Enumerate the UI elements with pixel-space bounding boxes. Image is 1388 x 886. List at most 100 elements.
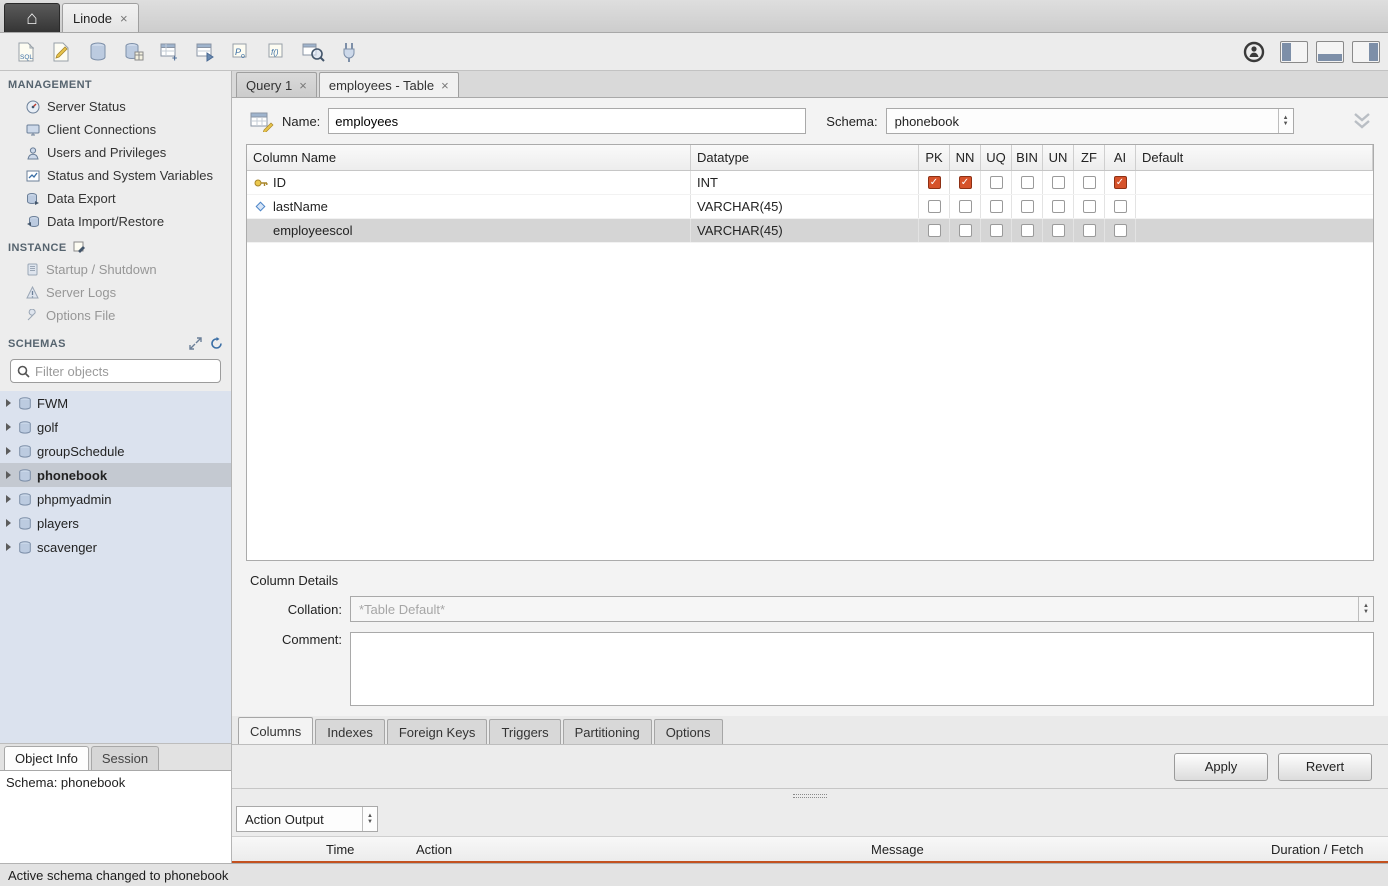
close-icon[interactable]: × [299, 78, 307, 93]
columns-grid: Column Name Datatype PK NN UQ BIN UN ZF … [246, 144, 1374, 561]
tab-session[interactable]: Session [91, 746, 159, 770]
tab-indexes[interactable]: Indexes [315, 719, 385, 744]
new-procedure-icon[interactable] [188, 37, 224, 67]
collation-select[interactable]: *Table Default* ▲▼ [350, 596, 1374, 622]
connection-status-icon[interactable] [1236, 37, 1272, 67]
close-icon[interactable]: × [120, 11, 128, 26]
uq-checkbox[interactable] [990, 176, 1003, 189]
toggle-right-sidebar-icon[interactable] [1352, 41, 1380, 63]
new-schema-icon[interactable] [80, 37, 116, 67]
ai-checkbox[interactable] [1114, 176, 1127, 189]
ai-checkbox[interactable] [1114, 224, 1127, 237]
toggle-left-sidebar-icon[interactable] [1280, 41, 1308, 63]
expand-schemas-icon[interactable] [189, 337, 202, 350]
nn-checkbox[interactable] [959, 224, 972, 237]
expander-icon[interactable] [6, 399, 11, 407]
stepper-icon[interactable]: ▲▼ [1358, 597, 1373, 621]
sidebar-item-users-privileges[interactable]: Users and Privileges [0, 141, 231, 164]
expander-icon[interactable] [6, 471, 11, 479]
connection-tab-linode[interactable]: Linode × [62, 3, 139, 32]
tab-triggers[interactable]: Triggers [489, 719, 560, 744]
nn-checkbox[interactable] [959, 200, 972, 213]
bin-checkbox[interactable] [1021, 224, 1034, 237]
main-toolbar: SQL + Po f() [0, 33, 1388, 71]
tab-partitioning[interactable]: Partitioning [563, 719, 652, 744]
ai-checkbox[interactable] [1114, 200, 1127, 213]
un-checkbox[interactable] [1052, 176, 1065, 189]
nn-checkbox[interactable] [959, 176, 972, 189]
pk-checkbox[interactable] [928, 224, 941, 237]
tab-query-1[interactable]: Query 1 × [236, 72, 317, 97]
sidebar-item-options-file[interactable]: Options File [0, 304, 231, 327]
stepper-icon[interactable]: ▲▼ [1278, 109, 1293, 133]
un-checkbox[interactable] [1052, 200, 1065, 213]
output-toolbar: Action Output ▲▼ [232, 802, 1388, 836]
output-col-action: Action [410, 842, 865, 857]
column-row-id[interactable]: ID INT [247, 171, 1373, 195]
tab-object-info[interactable]: Object Info [4, 746, 89, 770]
expander-icon[interactable] [6, 519, 11, 527]
open-sql-script-icon[interactable] [44, 37, 80, 67]
toggle-bottom-panel-icon[interactable] [1316, 41, 1344, 63]
new-function-icon[interactable]: Po [224, 37, 260, 67]
new-query-tab-icon[interactable]: SQL [8, 37, 44, 67]
schema-inspector-icon[interactable]: f() [260, 37, 296, 67]
zf-checkbox[interactable] [1083, 224, 1096, 237]
expander-icon[interactable] [6, 423, 11, 431]
sidebar-item-startup-shutdown[interactable]: Startup / Shutdown [0, 258, 231, 281]
sidebar-item-server-status[interactable]: Server Status [0, 95, 231, 118]
splitter-grip[interactable] [793, 794, 827, 798]
tab-foreign-keys[interactable]: Foreign Keys [387, 719, 488, 744]
sidebar-item-client-connections[interactable]: Client Connections [0, 118, 231, 141]
pk-checkbox[interactable] [928, 200, 941, 213]
expander-icon[interactable] [6, 543, 11, 551]
schema-item-groupschedule[interactable]: groupSchedule [0, 439, 231, 463]
schema-item-scavenger[interactable]: scavenger [0, 535, 231, 559]
status-variables-icon [26, 169, 40, 183]
expander-icon[interactable] [6, 447, 11, 455]
instance-options-icon[interactable] [73, 241, 86, 254]
refresh-schemas-icon[interactable] [210, 337, 223, 350]
apply-button[interactable]: Apply [1174, 753, 1268, 781]
tab-columns[interactable]: Columns [238, 717, 313, 744]
schema-item-phpmyadmin[interactable]: phpmyadmin [0, 487, 231, 511]
close-icon[interactable]: × [441, 78, 449, 93]
sidebar-item-data-export[interactable]: Data Export [0, 187, 231, 210]
sidebar-item-data-import[interactable]: Data Import/Restore [0, 210, 231, 233]
column-row-lastname[interactable]: lastName VARCHAR(45) [247, 195, 1373, 219]
uq-checkbox[interactable] [990, 200, 1003, 213]
col-header-pk: PK [919, 145, 950, 170]
stepper-icon[interactable]: ▲▼ [362, 807, 377, 831]
schema-item-players[interactable]: players [0, 511, 231, 535]
new-view-icon[interactable]: + [152, 37, 188, 67]
bin-checkbox[interactable] [1021, 176, 1034, 189]
pk-checkbox[interactable] [928, 176, 941, 189]
tab-options[interactable]: Options [654, 719, 723, 744]
column-row-employeescol[interactable]: employeescol VARCHAR(45) [247, 219, 1373, 243]
comment-textarea[interactable] [350, 632, 1374, 706]
table-data-search-icon[interactable] [296, 37, 332, 67]
schema-select[interactable]: phonebook ▲▼ [886, 108, 1294, 134]
un-checkbox[interactable] [1052, 224, 1065, 237]
revert-button[interactable]: Revert [1278, 753, 1372, 781]
schema-item-phonebook[interactable]: phonebook [0, 463, 231, 487]
schema-item-fwm[interactable]: FWM [0, 391, 231, 415]
schema-item-golf[interactable]: golf [0, 415, 231, 439]
table-name-input[interactable] [328, 108, 806, 134]
home-tab[interactable]: ⌂ [4, 3, 60, 32]
editor-section-tabs: Columns Indexes Foreign Keys Triggers Pa… [232, 716, 1388, 745]
output-splitter[interactable] [232, 789, 1388, 802]
collapse-editor-header-icon[interactable] [1350, 111, 1374, 131]
uq-checkbox[interactable] [990, 224, 1003, 237]
zf-checkbox[interactable] [1083, 176, 1096, 189]
sidebar-item-status-system-variables[interactable]: Status and System Variables [0, 164, 231, 187]
reconnect-dbms-icon[interactable] [332, 37, 368, 67]
schema-filter-input[interactable] [35, 364, 214, 379]
zf-checkbox[interactable] [1083, 200, 1096, 213]
output-type-select[interactable]: Action Output ▲▼ [236, 806, 378, 832]
tab-employees-table[interactable]: employees - Table × [319, 72, 459, 97]
sidebar-item-server-logs[interactable]: Server Logs [0, 281, 231, 304]
expander-icon[interactable] [6, 495, 11, 503]
new-table-icon[interactable] [116, 37, 152, 67]
bin-checkbox[interactable] [1021, 200, 1034, 213]
